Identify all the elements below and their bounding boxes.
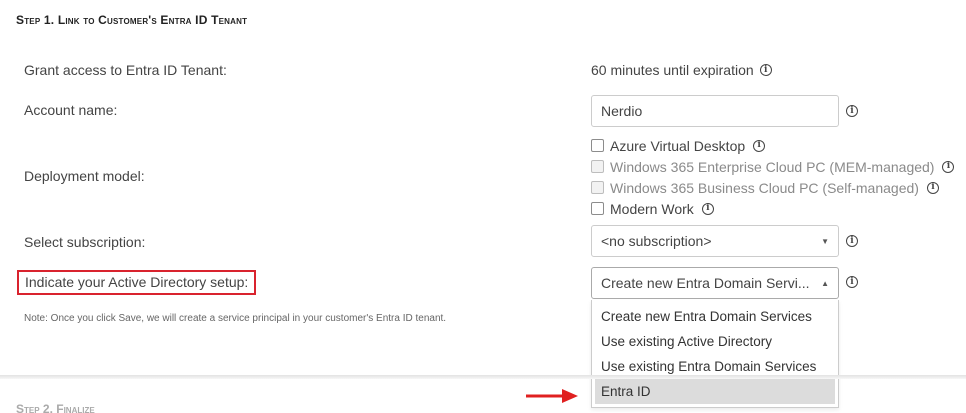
ad-setup-selected: Create new Entra Domain Servi... [601,275,810,291]
w365-business-label: Windows 365 Business Cloud PC (Self-mana… [610,179,919,196]
ad-setup-select[interactable]: Create new Entra Domain Servi... ▲ [591,267,839,299]
dropdown-option-entra-id[interactable]: Entra ID [595,379,835,404]
subscription-select[interactable]: <no subscription> ▼ [591,225,839,257]
dropdown-option-create-entra-ds[interactable]: Create new Entra Domain Services [592,304,838,329]
subscription-selected: <no subscription> [601,233,712,249]
arrow-right-icon [526,389,578,403]
account-name-label: Account name: [24,102,118,118]
save-note: Note: Once you click Save, we will creat… [24,313,447,324]
avd-checkbox[interactable] [591,139,604,152]
deployment-option-w365-enterprise: Windows 365 Enterprise Cloud PC (MEM-man… [591,156,955,177]
deployment-model-options: Azure Virtual Desktop i Windows 365 Ente… [591,135,955,219]
deployment-option-modern-work[interactable]: Modern Work i [591,198,954,219]
account-name-input[interactable]: Nerdio [591,95,839,127]
expiration-text: 60 minutes until expiration [591,62,754,78]
step2-title[interactable]: Step 2. Finalize [16,402,95,413]
caret-up-icon: ▲ [821,278,829,288]
expiration-status: 60 minutes until expiration i [591,62,772,78]
info-icon[interactable]: i [846,235,858,247]
info-icon[interactable]: i [701,202,714,215]
modern-work-checkbox[interactable] [591,202,604,215]
info-icon[interactable]: i [846,105,858,117]
grant-access-label: Grant access to Entra ID Tenant: [24,62,227,78]
info-icon[interactable]: i [846,276,858,288]
w365-enterprise-checkbox [591,160,604,173]
w365-business-checkbox [591,181,604,194]
deployment-option-w365-business: Windows 365 Business Cloud PC (Self-mana… [591,177,954,198]
section-divider [0,375,966,379]
caret-down-icon: ▼ [821,236,829,246]
avd-label: Azure Virtual Desktop [610,137,746,154]
step1-title: Step 1. Link to Customer's Entra ID Tena… [16,13,248,27]
info-icon[interactable]: i [942,160,955,173]
info-icon[interactable]: i [753,139,766,152]
ad-setup-dropdown: Create new Entra Domain Services Use exi… [591,300,839,408]
w365-enterprise-label: Windows 365 Enterprise Cloud PC (MEM-man… [610,158,935,175]
modern-work-label: Modern Work [610,200,694,217]
deployment-model-label: Deployment model: [24,168,145,184]
account-name-value: Nerdio [601,103,643,119]
ad-setup-label: Indicate your Active Directory setup: [17,270,257,295]
info-icon[interactable]: i [926,181,939,194]
dropdown-option-existing-ad[interactable]: Use existing Active Directory [592,329,838,354]
select-subscription-label: Select subscription: [24,234,146,250]
info-icon[interactable]: i [759,64,772,76]
deployment-option-avd[interactable]: Azure Virtual Desktop i [591,135,954,156]
